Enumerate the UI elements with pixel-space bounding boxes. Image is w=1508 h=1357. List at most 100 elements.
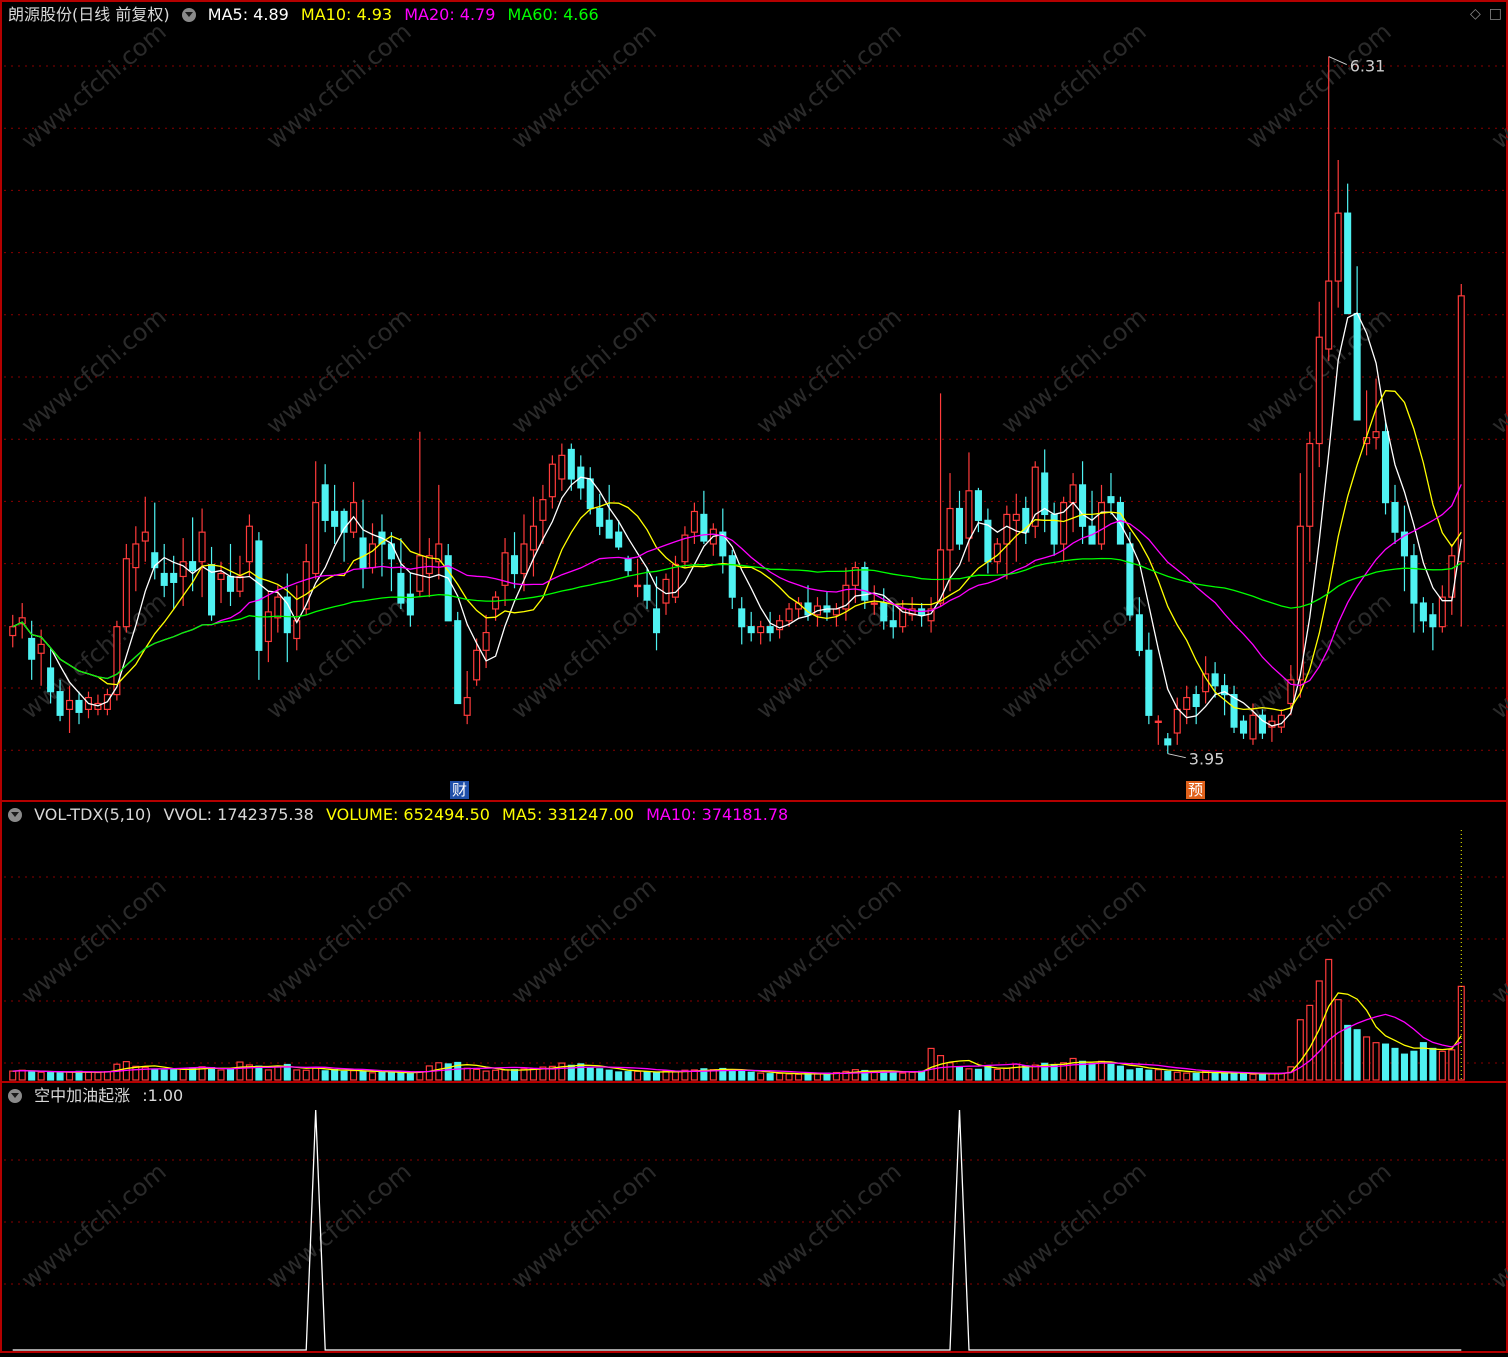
candle-body	[359, 537, 367, 569]
dropdown-icon[interactable]	[8, 808, 22, 822]
volume-bar	[596, 1068, 604, 1081]
watermark-text: www.cfchi.com	[751, 872, 907, 1009]
watermark-text: www.cfchi.com	[996, 17, 1152, 154]
candle-body	[766, 626, 774, 634]
candle-body	[1239, 720, 1248, 734]
candle-body	[217, 572, 225, 581]
volume-bar	[1429, 1047, 1437, 1081]
dropdown-icon[interactable]	[8, 1089, 22, 1103]
candle-body	[66, 699, 74, 710]
watermark-text: www.cfchi.com	[1486, 872, 1508, 1009]
watermark-layer: www.cfchi.com www.cfchi.com www.cfchi.com w…	[16, 17, 1508, 1294]
volume-bar	[132, 1065, 140, 1081]
volume-label: VOLUME: 652494.50	[325, 805, 490, 824]
candle-body	[974, 490, 982, 521]
volume-bar	[1088, 1063, 1096, 1081]
candle-body	[473, 649, 481, 681]
volume-bar	[577, 1063, 585, 1081]
dropdown-icon[interactable]	[181, 8, 196, 22]
candle-body	[700, 513, 708, 542]
watermark-text: www.cfchi.com	[506, 302, 662, 439]
volume-bar	[425, 1065, 433, 1081]
watermark-text: www.cfchi.com	[996, 1157, 1152, 1294]
candle-body	[141, 531, 149, 542]
candle-body	[255, 540, 263, 651]
candle-body	[170, 572, 178, 583]
volume-bar	[1296, 1019, 1304, 1081]
candle-body	[880, 602, 888, 622]
forecast-marker[interactable]: 预	[1186, 781, 1206, 799]
candle-body	[1325, 280, 1333, 350]
volume-bar	[586, 1067, 594, 1081]
candle-body	[37, 643, 45, 654]
candle-body	[1381, 431, 1390, 504]
watermark-text: www.cfchi.com	[751, 17, 907, 154]
candle-body	[1012, 513, 1020, 521]
volume-bar	[558, 1062, 566, 1081]
volume-bar	[813, 1073, 822, 1081]
volume-bar	[463, 1067, 471, 1081]
candle-body	[397, 572, 405, 604]
volume-bar	[359, 1071, 367, 1081]
low-price-label: 3.95	[1189, 750, 1225, 769]
volume-bar	[1154, 1069, 1162, 1081]
volume-bar	[368, 1072, 377, 1081]
volume-bar	[1097, 1060, 1106, 1081]
signal-value-label: :1.00	[142, 1086, 184, 1105]
volume-bar	[785, 1073, 793, 1081]
candle-body	[226, 575, 235, 592]
candle-body	[832, 608, 840, 616]
volume-bar	[113, 1063, 121, 1081]
candle-body	[738, 608, 746, 628]
candle-body	[1429, 614, 1437, 628]
stock-title: 朗源股份(日线 前复权)	[8, 5, 170, 24]
volume-bar	[217, 1069, 225, 1081]
diamond-icon[interactable]: ◇	[1470, 6, 1481, 22]
volume-bar	[851, 1069, 859, 1081]
volume-bar	[1230, 1073, 1238, 1081]
volume-bar	[350, 1070, 358, 1081]
volume-bar	[1391, 1047, 1399, 1081]
candle-layer	[9, 56, 1465, 754]
volume-bar	[510, 1069, 519, 1081]
volume-bar	[1277, 1072, 1285, 1081]
candle-body	[946, 507, 954, 551]
candle-body	[1050, 513, 1058, 545]
volume-bar	[1126, 1069, 1134, 1081]
square-icon[interactable]: □	[1489, 6, 1502, 22]
candle-body	[567, 448, 575, 480]
candle-body	[624, 558, 632, 572]
watermark-text: www.cfchi.com	[1241, 587, 1397, 724]
candle-body	[47, 667, 55, 693]
financial-report-marker[interactable]: 财	[450, 781, 470, 799]
chart-root: www.cfchi.com www.cfchi.com www.cfchi.com w…	[0, 0, 1508, 1353]
volume-bar	[18, 1069, 26, 1081]
candle-body	[757, 626, 765, 634]
signal-line	[12, 1109, 1462, 1351]
volume-bar	[776, 1072, 784, 1081]
candle-body	[690, 510, 698, 533]
signal-indicator-name: 空中加油起涨	[34, 1086, 131, 1105]
volume-bar	[1344, 1024, 1352, 1081]
volume-bar	[151, 1069, 159, 1081]
volume-bar	[236, 1061, 244, 1081]
candle-body	[454, 620, 462, 705]
watermark-text: www.cfchi.com	[16, 17, 172, 154]
candle-body	[1457, 295, 1465, 563]
candle-body	[1296, 525, 1304, 681]
volume-bar	[738, 1070, 746, 1081]
volume-bar	[1239, 1073, 1248, 1081]
volume-bar	[1022, 1065, 1030, 1081]
candle-body	[387, 543, 395, 560]
volume-bar	[1457, 985, 1465, 1081]
volume-bar	[955, 1066, 964, 1081]
watermark-text: www.cfchi.com	[996, 302, 1152, 439]
candle-body	[1107, 496, 1115, 504]
volume-bar	[1268, 1073, 1276, 1081]
volume-bar	[1448, 1049, 1456, 1081]
candle-body	[28, 637, 36, 660]
candle-body	[1097, 502, 1106, 545]
volume-bar	[1372, 1042, 1380, 1081]
candle-body	[965, 490, 973, 539]
watermark-text: www.cfchi.com	[506, 872, 662, 1009]
